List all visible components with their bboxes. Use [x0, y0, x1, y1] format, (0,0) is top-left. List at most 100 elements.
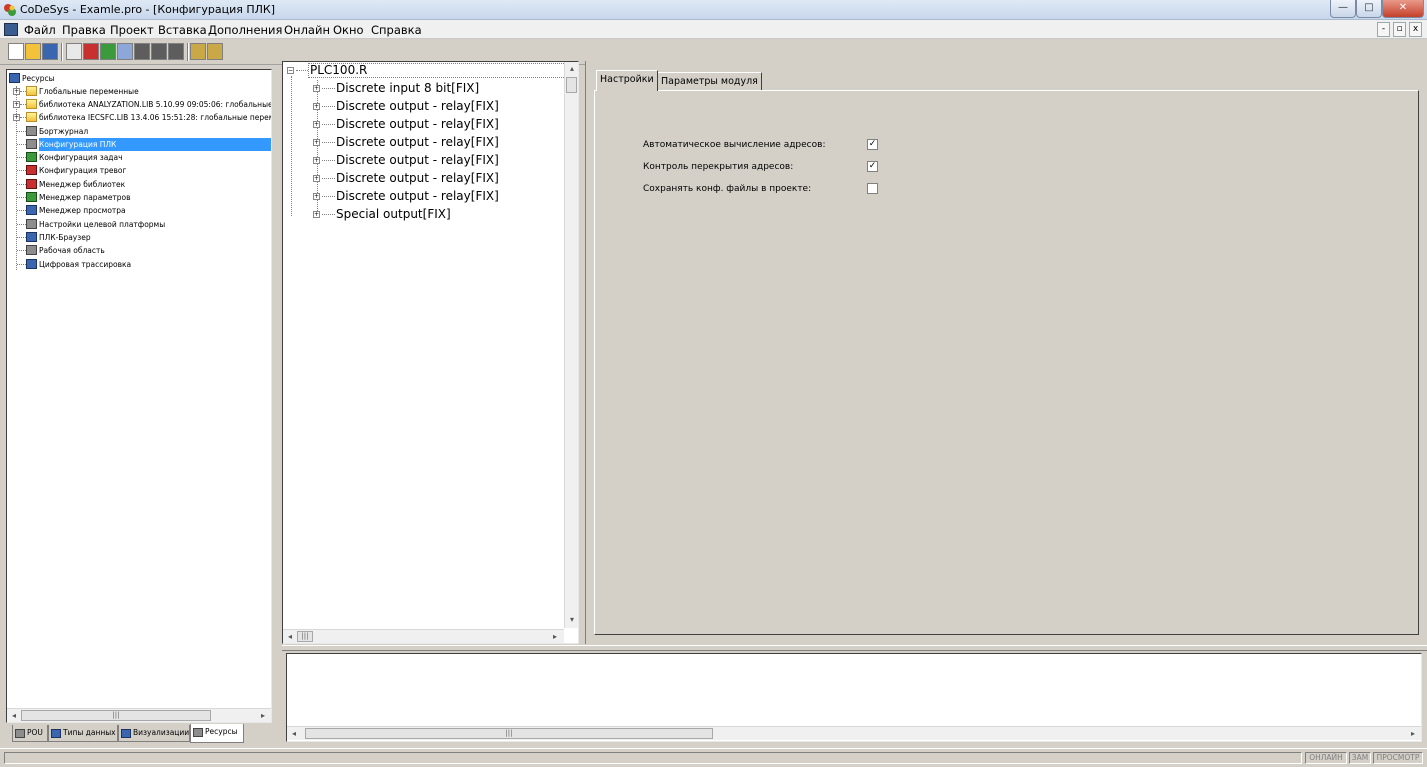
- tree-item-iecsfc-lib[interactable]: + библиотека IECSFC.LIB 13.4.06 15:51:28…: [9, 111, 271, 124]
- open-folder-icon[interactable]: [25, 43, 41, 60]
- expand-icon[interactable]: +: [13, 101, 20, 108]
- scroll-thumb[interactable]: |||: [305, 728, 713, 739]
- status-view: ПРОСМОТР: [1373, 752, 1423, 764]
- mdi-restore-button[interactable]: ▫: [1393, 22, 1406, 37]
- title-bar: CoDeSys - Examle.pro - [Конфигурация ПЛК…: [0, 0, 1427, 20]
- plc-tree-vscrollbar[interactable]: ▴ ▾: [564, 62, 578, 628]
- tab-visualizations[interactable]: Визуализации: [118, 725, 190, 742]
- tree-connector: [17, 210, 26, 211]
- scroll-right-icon[interactable]: ▸: [257, 710, 269, 722]
- tree-item-library-manager[interactable]: Менеджер библиотек: [9, 178, 271, 191]
- auto-address-checkbox[interactable]: ✓: [867, 139, 878, 150]
- tree-label: Бортжурнал: [39, 127, 89, 136]
- option-save-config-files: Сохранять конф. файлы в проекте:: [643, 182, 811, 196]
- collapse-icon[interactable]: −: [287, 67, 294, 74]
- print-icon[interactable]: [134, 43, 150, 60]
- tab-settings[interactable]: Настройки: [596, 70, 658, 91]
- expand-icon[interactable]: +: [313, 175, 320, 182]
- menu-help[interactable]: Справка: [371, 23, 422, 37]
- tree-item-task-configuration[interactable]: Конфигурация задач: [9, 151, 271, 164]
- menu-project[interactable]: Проект: [110, 23, 154, 37]
- tab-data-types[interactable]: Типы данных: [48, 725, 118, 742]
- tree-label: Конфигурация ПЛК: [39, 138, 271, 151]
- print-preview-icon[interactable]: [151, 43, 167, 60]
- tree-item-workspace[interactable]: Рабочая область: [9, 244, 271, 257]
- tab-pou[interactable]: POU: [12, 725, 48, 742]
- save-icon[interactable]: [42, 43, 58, 60]
- step-icon[interactable]: [100, 43, 116, 60]
- scroll-left-icon[interactable]: ◂: [8, 710, 20, 722]
- expand-icon[interactable]: +: [313, 103, 320, 110]
- visualization-icon: [121, 729, 131, 738]
- tree-item-analyzation-lib[interactable]: + библиотека ANALYZATION.LIB 5.10.99 09:…: [9, 98, 271, 111]
- expand-icon[interactable]: +: [13, 88, 20, 95]
- scroll-down-icon[interactable]: ▾: [566, 614, 578, 626]
- tree-connector: [17, 250, 26, 251]
- expand-icon[interactable]: +: [313, 85, 320, 92]
- expand-icon[interactable]: +: [313, 139, 320, 146]
- scroll-left-icon[interactable]: ◂: [284, 631, 296, 643]
- menu-online[interactable]: Онлайн: [284, 23, 330, 37]
- new-file-icon[interactable]: [8, 43, 24, 60]
- scroll-left-icon[interactable]: ◂: [288, 728, 300, 740]
- tree-item-plc-browser[interactable]: ПЛК-Браузер: [9, 231, 271, 244]
- scroll-up-icon[interactable]: ▴: [566, 63, 578, 75]
- codesys-app-icon[interactable]: [3, 3, 17, 17]
- tree-item-digital-trace[interactable]: Цифровая трассировка: [9, 258, 271, 271]
- message-hscrollbar[interactable]: ◂ ||| ▸: [287, 726, 1421, 740]
- menu-insert[interactable]: Вставка: [158, 23, 207, 37]
- tree-item-parameter-manager[interactable]: Менеджер параметров: [9, 191, 271, 204]
- module-label: Special output[FIX]: [336, 207, 451, 221]
- pou-icon: [15, 729, 25, 738]
- scroll-thumb[interactable]: |||: [21, 710, 211, 721]
- expand-icon[interactable]: +: [13, 114, 20, 121]
- tree-connector: [322, 124, 335, 125]
- resource-tree-hscrollbar[interactable]: ◂ ||| ▸: [7, 708, 271, 722]
- tree-item-global-variables[interactable]: + Глобальные переменные: [9, 85, 271, 98]
- expand-icon[interactable]: +: [313, 157, 320, 164]
- tab-resources[interactable]: Ресурсы: [190, 724, 244, 743]
- scroll-thumb[interactable]: |||: [297, 631, 313, 642]
- mdi-minimize-button[interactable]: -: [1377, 22, 1390, 37]
- mdi-close-button[interactable]: x: [1409, 22, 1422, 37]
- scroll-right-icon[interactable]: ▸: [1407, 728, 1419, 740]
- tree-item-alarm-configuration[interactable]: Конфигурация тревог: [9, 164, 271, 177]
- run-stop-icon[interactable]: [83, 43, 99, 60]
- cut-icon[interactable]: [190, 43, 206, 60]
- expand-icon[interactable]: +: [313, 193, 320, 200]
- tree-connector: [296, 70, 308, 71]
- tree-item-target-settings[interactable]: Настройки целевой платформы: [9, 218, 271, 231]
- scroll-right-icon[interactable]: ▸: [549, 631, 561, 643]
- tree-root-resources[interactable]: Ресурсы: [9, 72, 271, 85]
- horizontal-splitter[interactable]: [282, 645, 1427, 651]
- plc-tree-hscrollbar[interactable]: ◂ ||| ▸: [283, 629, 564, 643]
- plc-config-tree-panel: − PLC100.R + Discrete input 8 bit[FIX] +…: [282, 61, 579, 644]
- tree-label: библиотека IECSFC.LIB 13.4.06 15:51:28: …: [39, 113, 271, 122]
- expand-icon[interactable]: +: [313, 121, 320, 128]
- tab-label: POU: [27, 728, 43, 737]
- menu-extras[interactable]: Дополнения: [208, 23, 282, 37]
- menu-edit[interactable]: Правка: [62, 23, 106, 37]
- tree-connector: [17, 197, 26, 198]
- save-config-files-checkbox[interactable]: [867, 183, 878, 194]
- expand-icon[interactable]: +: [313, 211, 320, 218]
- compile-icon[interactable]: [168, 43, 184, 60]
- menu-window[interactable]: Окно: [333, 23, 364, 37]
- menu-bar: Файл Правка Проект Вставка Дополнения Он…: [0, 20, 1427, 39]
- tree-item-watch-manager[interactable]: Менеджер просмотра: [9, 204, 271, 217]
- login-icon[interactable]: [66, 43, 82, 60]
- overlap-check-checkbox[interactable]: ✓: [867, 161, 878, 172]
- tree-item-logbook[interactable]: Бортжурнал: [9, 125, 271, 138]
- tab-module-parameters[interactable]: Параметры модуля: [657, 72, 762, 90]
- module-label: Discrete output - relay[FIX]: [336, 153, 499, 167]
- menu-file[interactable]: Файл: [24, 23, 56, 37]
- minimize-button[interactable]: —: [1330, 0, 1356, 18]
- scroll-thumb[interactable]: [566, 77, 577, 93]
- breakpoint-icon[interactable]: [117, 43, 133, 60]
- maximize-button[interactable]: □: [1356, 0, 1382, 18]
- copy-icon[interactable]: [207, 43, 223, 60]
- tree-item-plc-configuration[interactable]: Конфигурация ПЛК: [9, 138, 271, 151]
- close-button[interactable]: ✕: [1382, 0, 1424, 18]
- document-system-menu-icon[interactable]: [4, 23, 18, 36]
- trace-icon: [26, 259, 37, 269]
